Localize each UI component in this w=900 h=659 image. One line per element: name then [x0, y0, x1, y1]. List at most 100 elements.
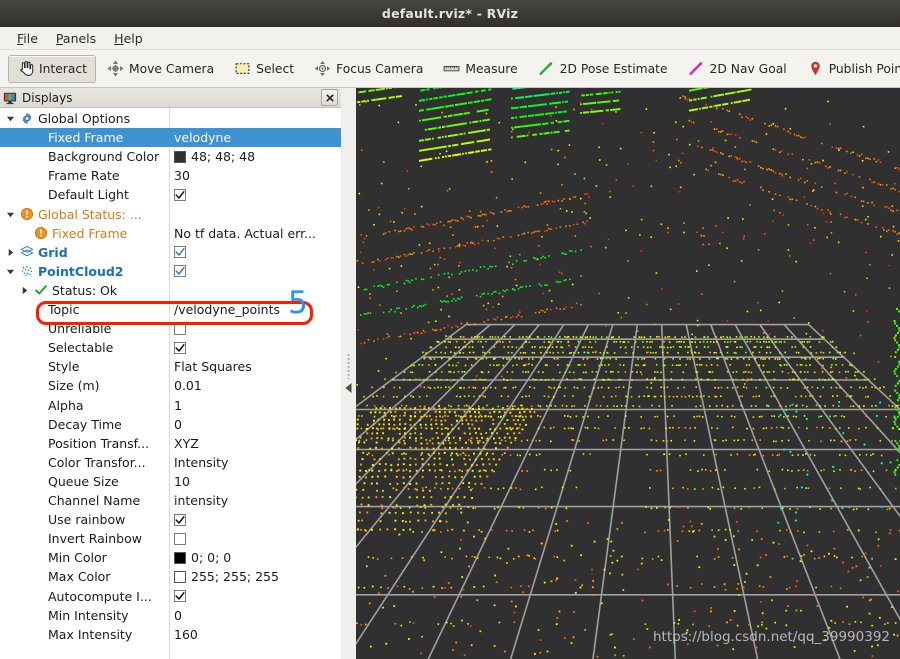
- tree-row[interactable]: Selectable: [0, 338, 341, 357]
- tree-row-value-cell[interactable]: No tf data. Actual err...: [169, 226, 341, 241]
- tree-row-value-cell[interactable]: [169, 532, 341, 545]
- tree-row-label-cell: Selectable: [0, 340, 169, 355]
- tree-row[interactable]: Global Status: ...: [0, 205, 341, 224]
- tree-row[interactable]: Queue Size 10: [0, 472, 341, 491]
- tree-row-value-cell[interactable]: 10: [169, 474, 341, 489]
- tree-row-value-cell[interactable]: XYZ: [169, 436, 341, 451]
- tree-row[interactable]: Fixed Frame No tf data. Actual err...: [0, 224, 341, 243]
- tree-row-value-cell[interactable]: 255; 255; 255: [169, 569, 341, 584]
- tree-row-label: Unreliable: [48, 321, 112, 337]
- tree-row[interactable]: Max Color 255; 255; 255: [0, 567, 341, 586]
- tree-row[interactable]: Min Color 0; 0; 0: [0, 548, 341, 567]
- tree-twisty-down[interactable]: [4, 210, 16, 219]
- tree-row[interactable]: Min Intensity 0: [0, 606, 341, 625]
- tree-row[interactable]: Global Options: [0, 109, 341, 128]
- tree-row[interactable]: Background Color 48; 48; 48: [0, 147, 341, 166]
- tree-row-value-cell[interactable]: [169, 513, 341, 526]
- checkbox[interactable]: [174, 590, 186, 602]
- tree-row[interactable]: Autocompute I...: [0, 587, 341, 606]
- tree-twisty-right[interactable]: [18, 286, 30, 295]
- tree-row-label: Position Transf...: [48, 435, 150, 451]
- tree-row-value-cell[interactable]: [169, 341, 341, 354]
- menu-help[interactable]: Help: [105, 29, 152, 48]
- tree-row[interactable]: Style Flat Squares: [0, 357, 341, 376]
- menu-file[interactable]: File: [8, 29, 47, 48]
- displays-panel-close-button[interactable]: [321, 89, 338, 106]
- tree-row-value-cell[interactable]: 30: [169, 168, 341, 183]
- checkbox[interactable]: [174, 322, 186, 335]
- tree-twisty-right[interactable]: [4, 248, 16, 257]
- tree-row-value-cell[interactable]: Intensity: [169, 455, 341, 470]
- tree-row-label-cell: Max Intensity: [0, 627, 169, 642]
- menu-panels[interactable]: Panels: [47, 29, 105, 48]
- tree-twisty-down[interactable]: [4, 267, 16, 276]
- tree-row[interactable]: Decay Time 0: [0, 415, 341, 434]
- tree-row-label: Status: Ok: [52, 282, 118, 298]
- 3d-render-view[interactable]: https://blog.csdn.net/qq_39990392: [356, 88, 900, 659]
- toolbar-button-2d-pose-estimate[interactable]: 2D Pose Estimate: [529, 55, 677, 83]
- tree-row[interactable]: Color Transfor... Intensity: [0, 453, 341, 472]
- tree-twisty-down[interactable]: [4, 114, 16, 123]
- toolbar-button-publish-point[interactable]: Publish Point: [798, 55, 900, 83]
- tree-row[interactable]: Alpha 1: [0, 396, 341, 415]
- tree-row-label-cell: Color Transfor...: [0, 455, 169, 470]
- tree-row[interactable]: Fixed Frame velodyne: [0, 128, 341, 148]
- tree-row-label: Alpha: [48, 397, 84, 413]
- tree-row-value-cell[interactable]: 0: [169, 417, 341, 432]
- tree-row-value-cell[interactable]: 160: [169, 627, 341, 642]
- tree-row-value-cell[interactable]: 48; 48; 48: [169, 149, 341, 164]
- tree-row[interactable]: Unreliable: [0, 319, 341, 338]
- checkbox[interactable]: [174, 341, 186, 354]
- collapse-left-arrow-icon[interactable]: [344, 382, 353, 394]
- checkbox[interactable]: [174, 532, 186, 545]
- toolbar-button-measure-label: Measure: [465, 61, 518, 76]
- tree-row-label-cell: Global Status: ...: [0, 207, 169, 222]
- tree-row[interactable]: Position Transf... XYZ: [0, 434, 341, 453]
- tree-row-value-cell[interactable]: 0.01: [169, 378, 341, 393]
- tree-row[interactable]: Size (m) 0.01: [0, 376, 341, 395]
- tree-row-label: PointCloud2: [38, 263, 124, 279]
- color-swatch[interactable]: [174, 570, 186, 583]
- tree-row[interactable]: PointCloud2: [0, 262, 341, 281]
- toolbar-button-2d-nav-goal[interactable]: 2D Nav Goal: [679, 55, 796, 83]
- tree-row[interactable]: Use rainbow: [0, 510, 341, 529]
- tree-row[interactable]: Invert Rainbow: [0, 529, 341, 548]
- toolbar-button-measure[interactable]: Measure: [434, 55, 526, 83]
- tree-row[interactable]: Grid: [0, 243, 341, 262]
- tree-row-value-cell[interactable]: 0: [169, 608, 341, 623]
- tree-row-value-cell[interactable]: [169, 265, 341, 278]
- tree-row-value-cell[interactable]: [169, 590, 341, 602]
- toolbar-button-select[interactable]: Select: [225, 55, 303, 83]
- tree-row-value-cell[interactable]: 0; 0; 0: [169, 550, 341, 565]
- checkbox[interactable]: [174, 265, 186, 278]
- tree-row-label: Grid: [38, 244, 68, 260]
- displays-panel-header: Displays: [0, 88, 341, 108]
- checkbox[interactable]: [174, 246, 186, 259]
- tree-row[interactable]: Default Light: [0, 185, 341, 204]
- tree-row[interactable]: Status: Ok: [0, 281, 341, 300]
- tree-row-value-cell[interactable]: Flat Squares: [169, 359, 341, 374]
- toolbar-button-interact-label: Interact: [39, 61, 87, 76]
- tree-row-value-cell[interactable]: [169, 246, 341, 259]
- tree-row-value-cell[interactable]: 1: [169, 398, 341, 413]
- tree-row-value-cell[interactable]: /velodyne_points: [169, 302, 341, 317]
- checkbox[interactable]: [174, 513, 186, 526]
- tree-row-value-cell[interactable]: velodyne: [169, 130, 341, 145]
- tree-row[interactable]: Max Intensity 160: [0, 625, 341, 644]
- panel-splitter-handle[interactable]: [341, 88, 356, 659]
- tree-row[interactable]: Channel Name intensity: [0, 491, 341, 510]
- color-swatch[interactable]: [174, 551, 186, 564]
- tree-row-value-cell[interactable]: [169, 188, 341, 201]
- displays-tree[interactable]: Global Options Fixed Frame velodyne Backgro…: [0, 108, 341, 659]
- tree-row[interactable]: Frame Rate 30: [0, 166, 341, 185]
- tree-row-value-cell[interactable]: intensity: [169, 493, 341, 508]
- tree-row-value: /velodyne_points: [174, 302, 281, 317]
- toolbar-button-focus-camera[interactable]: Focus Camera: [305, 55, 432, 83]
- tree-row-value-cell[interactable]: [169, 322, 341, 335]
- toolbar-button-move-camera[interactable]: Move Camera: [98, 55, 223, 83]
- tree-row[interactable]: Topic/velodyne_points: [0, 300, 341, 319]
- checkbox[interactable]: [174, 188, 186, 201]
- color-swatch[interactable]: [174, 150, 186, 163]
- toolbar-button-interact[interactable]: Interact: [8, 54, 96, 83]
- tree-row-label-cell: Fixed Frame: [0, 130, 169, 145]
